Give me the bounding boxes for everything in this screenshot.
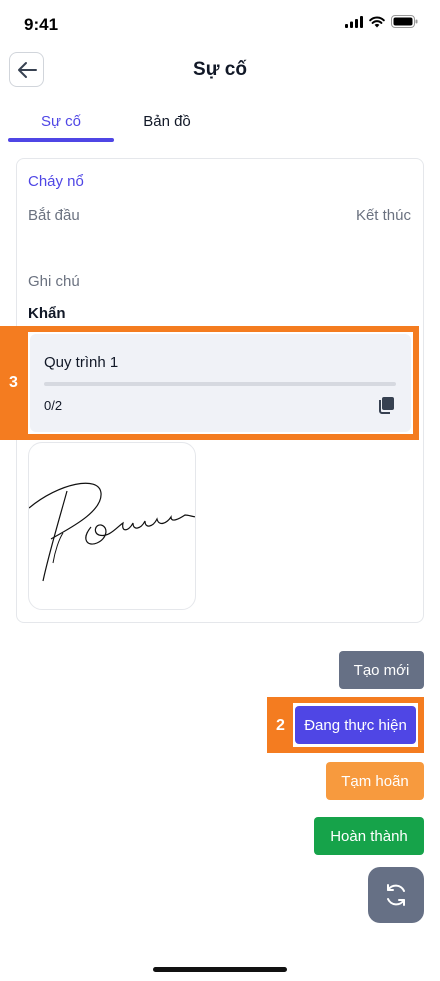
priority-label: Khẩn (28, 305, 66, 322)
tab-map[interactable]: Bản đồ (114, 100, 220, 142)
process-progress-bar (44, 382, 396, 386)
marker-3-number: 3 (9, 374, 18, 391)
status-icons (345, 15, 418, 28)
battery-icon (391, 15, 418, 28)
signature-image[interactable] (28, 442, 196, 610)
complete-button[interactable]: Hoàn thành (314, 817, 424, 855)
in-progress-button[interactable]: Đang thực hiện (295, 706, 416, 744)
process-count: 0/2 (44, 398, 63, 413)
status-time: 9:41 (24, 15, 59, 34)
signal-icon (345, 15, 363, 28)
status-bar: 9:41 (0, 0, 440, 48)
pause-button[interactable]: Tạm hoãn (326, 762, 424, 800)
refresh-icon (387, 884, 405, 906)
wifi-icon (369, 15, 385, 27)
home-indicator (153, 967, 287, 972)
page-title: Sự cố (193, 59, 247, 80)
start-label: Bắt đầu (28, 207, 80, 224)
process-name: Quy trình 1 (44, 354, 119, 371)
refresh-button[interactable] (368, 867, 424, 923)
active-tab-indicator (8, 138, 114, 142)
marker-2-number: 2 (276, 717, 285, 734)
note-label: Ghi chú (28, 273, 80, 290)
end-label: Kết thúc (355, 207, 411, 224)
signature-drawing (29, 482, 195, 582)
tab-incident[interactable]: Sự cố (8, 100, 114, 142)
copy-icon[interactable] (377, 396, 395, 414)
create-new-button[interactable]: Tạo mới (339, 651, 424, 689)
incident-type: Cháy nổ (28, 173, 84, 190)
